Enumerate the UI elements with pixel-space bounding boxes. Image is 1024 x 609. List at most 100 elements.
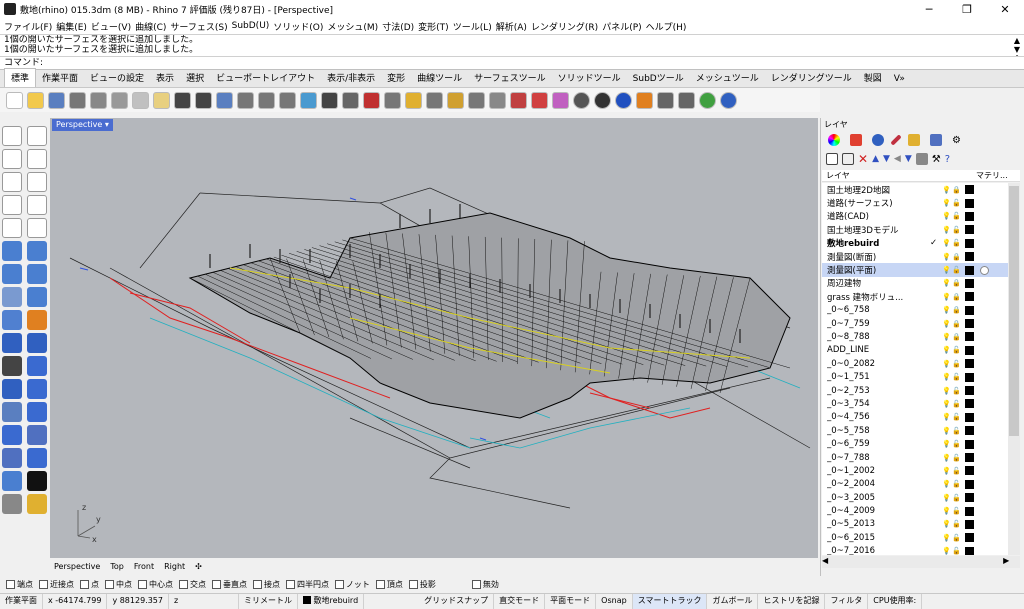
osnap-checkbox[interactable] — [39, 579, 48, 589]
named-views-tab-icon[interactable] — [930, 134, 942, 146]
cplane-icon[interactable] — [405, 91, 422, 109]
lights-icon[interactable] — [384, 91, 401, 109]
rotate-view-icon[interactable] — [216, 91, 233, 109]
block-icon[interactable] — [2, 425, 22, 445]
cylinder-icon[interactable] — [2, 287, 22, 307]
tab-front[interactable]: Front — [134, 562, 154, 571]
layer-row[interactable]: _0~6_758 💡 🔒 — [822, 304, 1008, 317]
undo-view-icon[interactable] — [321, 91, 338, 109]
layout-icon[interactable] — [27, 448, 47, 468]
unlock-icon[interactable]: 🔓 — [952, 454, 962, 462]
osnap-checkbox[interactable] — [138, 579, 147, 589]
osnap-checkbox[interactable] — [80, 579, 89, 589]
gumball-icon[interactable] — [678, 91, 695, 109]
osnap-checkbox[interactable] — [286, 579, 295, 589]
maximize-button[interactable]: ❐ — [948, 0, 986, 18]
toolbar-tab[interactable]: ソリッドツール — [552, 69, 627, 87]
menu-item[interactable]: 変形(T) — [416, 20, 451, 33]
osnap-checkbox[interactable] — [471, 579, 481, 589]
osnap-0[interactable]: 端点 — [6, 579, 33, 590]
folder-tab-icon[interactable] — [908, 134, 920, 146]
points-icon[interactable] — [426, 91, 443, 109]
layer-row[interactable]: grass 建物ボリュ... 💡 🔒 — [822, 290, 1008, 303]
material-circle-icon[interactable] — [980, 265, 989, 275]
toolbar-tab[interactable]: ビューの設定 — [84, 69, 150, 87]
layer-color-swatch[interactable] — [965, 238, 974, 248]
menu-item[interactable]: メッシュ(M) — [325, 20, 380, 33]
layer-color-swatch[interactable] — [965, 332, 974, 342]
menu-item[interactable]: 編集(E) — [54, 20, 89, 33]
shaded-icon[interactable] — [573, 91, 590, 109]
osnap-7[interactable]: 接点 — [253, 579, 280, 590]
layers-tab-icon[interactable] — [850, 134, 862, 146]
layer-color-swatch[interactable] — [965, 479, 974, 489]
layer-color-swatch[interactable] — [965, 359, 974, 369]
layer-row[interactable]: _0~2_753 💡 🔓 — [822, 384, 1008, 397]
bulb-icon[interactable]: 💡 — [942, 199, 952, 207]
layer-row[interactable]: 国土地理2D地図 💡 🔒 — [822, 183, 1008, 196]
plus-icon[interactable]: ✣ — [195, 562, 202, 571]
unlock-icon[interactable]: 🔓 — [952, 266, 962, 274]
osnap-checkbox[interactable] — [105, 579, 114, 589]
menu-item[interactable]: レンダリング(R) — [529, 20, 600, 33]
osnap-9[interactable]: ノット — [335, 579, 370, 590]
layer-color-swatch[interactable] — [965, 439, 974, 449]
layer-row[interactable]: 道路(サーフェス) 💡 🔓 — [822, 196, 1008, 209]
osnap-checkbox[interactable] — [375, 579, 385, 589]
box-icon[interactable] — [2, 264, 22, 284]
sphere-icon[interactable] — [27, 264, 47, 284]
layer-hscrollbar[interactable]: ◀ ▶ — [822, 556, 1020, 568]
import-icon[interactable] — [90, 91, 107, 109]
unlock-icon[interactable]: 🔓 — [952, 360, 962, 368]
unlock-icon[interactable]: 🔓 — [952, 400, 962, 408]
unlock-icon[interactable]: 🔓 — [952, 373, 962, 381]
filter-icon[interactable]: ▼ — [905, 154, 912, 164]
osnap-1[interactable]: 近接点 — [39, 579, 74, 590]
gear-icon[interactable]: ⚙ — [952, 135, 961, 146]
lock-icon[interactable]: 🔒 — [952, 293, 962, 301]
check-icon[interactable] — [2, 471, 22, 491]
menu-item[interactable]: ビュー(V) — [89, 20, 133, 33]
properties-tab-icon[interactable] — [872, 134, 884, 146]
layer-row[interactable]: 敷地rebuird ✓ 💡 🔓 — [822, 237, 1008, 250]
color-wheel-icon[interactable] — [828, 134, 840, 146]
bulb-icon[interactable]: 💡 — [942, 306, 952, 314]
tab-right[interactable]: Right — [164, 562, 185, 571]
status-layer[interactable]: 敷地rebuird — [298, 593, 365, 609]
bulb-icon[interactable]: 💡 — [942, 480, 952, 488]
lock-icon[interactable]: 🔒 — [952, 306, 962, 314]
layer-color-swatch[interactable] — [965, 265, 974, 275]
lock-icon[interactable]: 🔒 — [952, 279, 962, 287]
layer-row[interactable]: _0~8_788 💡 🔒 — [822, 330, 1008, 343]
polyline-icon[interactable] — [2, 149, 22, 169]
bulb-icon[interactable]: 💡 — [942, 520, 952, 528]
osnap-checkbox[interactable] — [408, 579, 418, 589]
toolbar-tab[interactable]: メッシュツール — [690, 69, 765, 87]
layer-color-swatch[interactable] — [965, 278, 974, 288]
layer-color-swatch[interactable] — [965, 372, 974, 382]
bulb-icon[interactable]: 💡 — [942, 293, 952, 301]
help-icon[interactable] — [720, 91, 737, 109]
hide-icon[interactable] — [489, 91, 506, 109]
layer-row[interactable]: _0~3_2005 💡 🔓 — [822, 491, 1008, 504]
material-icon[interactable] — [552, 91, 569, 109]
bulb-icon[interactable]: 💡 — [942, 320, 952, 328]
status-osnap[interactable]: Osnap — [596, 593, 633, 609]
bulb-icon[interactable]: 💡 — [942, 387, 952, 395]
globe-icon[interactable] — [699, 91, 716, 109]
layer-color-swatch[interactable] — [965, 198, 974, 208]
osnap-4[interactable]: 中心点 — [138, 579, 173, 590]
delete-layer-icon[interactable]: ✕ — [858, 152, 868, 166]
ellipse-icon[interactable] — [27, 172, 47, 192]
bulb-icon[interactable]: 💡 — [942, 360, 952, 368]
unlock-icon[interactable]: 🔓 — [952, 346, 962, 354]
osnap-11[interactable]: 投影 — [408, 579, 436, 590]
unlock-icon[interactable]: 🔓 — [952, 494, 962, 502]
layer-row[interactable]: _0~2_2004 💡 🔓 — [822, 478, 1008, 491]
zoom-extents-icon[interactable] — [279, 91, 296, 109]
unlock-icon[interactable]: 🔓 — [952, 507, 962, 515]
bulb-icon[interactable]: 💡 — [942, 547, 952, 555]
tab-perspective[interactable]: Perspective — [54, 562, 100, 571]
bulb-icon[interactable]: 💡 — [942, 266, 952, 274]
lock-icon[interactable]: 🔒 — [952, 186, 962, 194]
